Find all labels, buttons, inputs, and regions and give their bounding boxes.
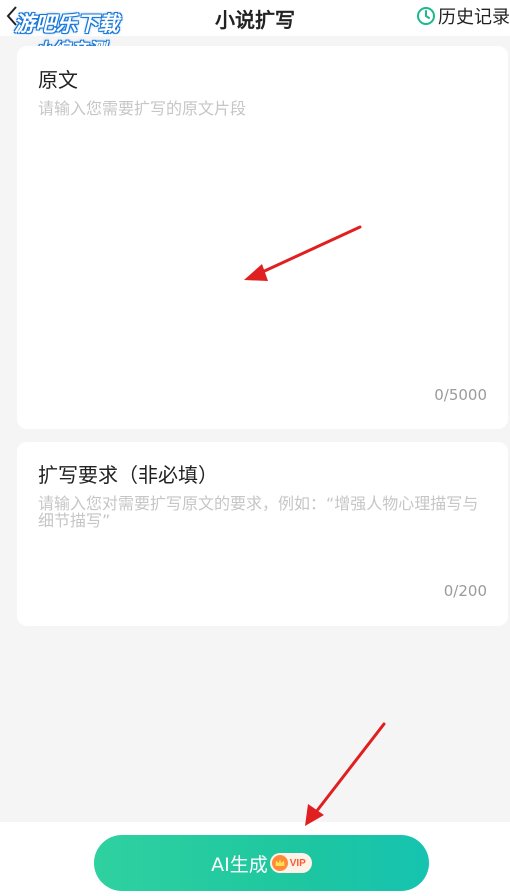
crown-icon [271,855,288,871]
history-label: 历史记录 [438,7,510,28]
original-text-counter: 0/5000 [434,386,487,404]
ai-generate-button[interactable]: AI生成 VIP [94,835,429,891]
clock-icon [417,7,435,25]
requirement-input[interactable] [38,495,486,585]
requirement-label: 扩写要求（非必填） [38,463,218,487]
ai-generate-label: AI生成 [211,853,268,876]
requirement-counter: 0/200 [443,582,487,600]
vip-badge: VIP [269,853,312,873]
original-text-input[interactable] [38,100,486,400]
bottom-bar: AI生成 VIP [0,822,510,896]
history-button[interactable]: 历史记录 [416,4,510,28]
vip-badge-text: VIP [289,857,306,869]
watermark-line-1: 游吧乐下载 [14,12,119,36]
original-text-card: 原文 0/5000 [17,46,508,429]
requirement-card: 扩写要求（非必填） 0/200 [17,442,508,626]
original-text-label: 原文 [38,68,78,92]
